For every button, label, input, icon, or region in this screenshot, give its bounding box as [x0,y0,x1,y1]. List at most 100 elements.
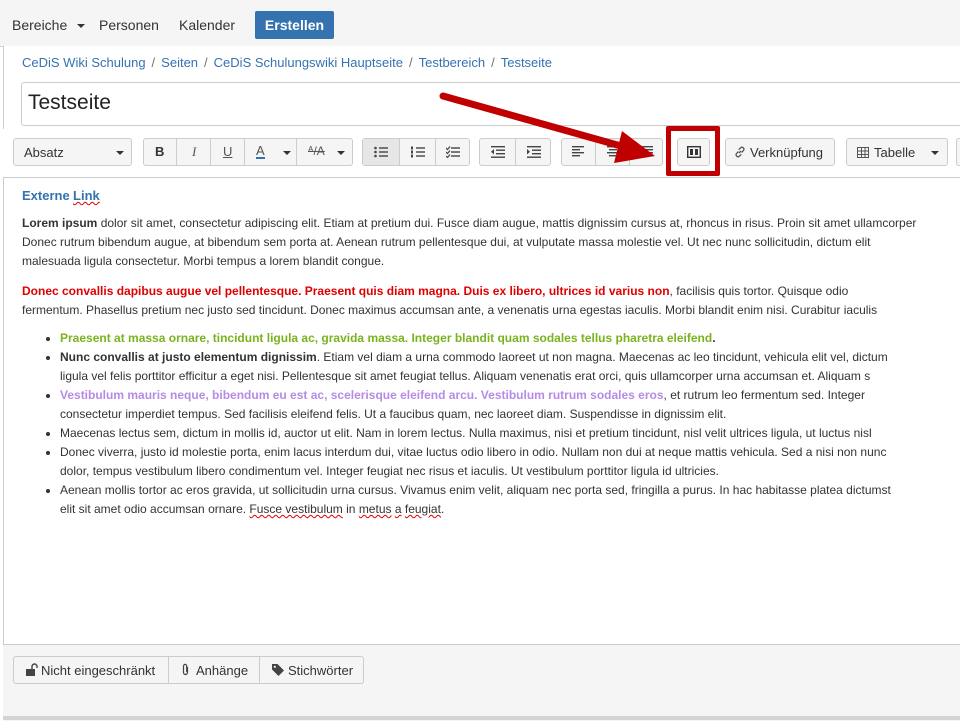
breadcrumb: CeDiS Wiki Schulung / Seiten / CeDiS Schulun… [22,55,552,70]
table-icon [857,147,869,158]
italic-icon: I [192,144,197,159]
breadcrumb-item[interactable]: Testbereich [419,55,485,70]
nav-people-link[interactable]: Personen [99,17,159,33]
highlight-box [666,126,720,176]
paragraph-line: Donec rutrum bibendum augue, at bibendum… [22,235,871,249]
bold-text: Lorem ipsum [22,216,98,230]
bold-button[interactable]: B [144,139,176,165]
underline-icon: U [223,144,233,159]
labels-button[interactable]: Stichwörter [259,656,364,684]
link-icon [735,146,745,158]
restrictions-button[interactable]: Nicht eingeschränkt [13,656,169,684]
list-item-text: . [712,331,716,345]
bold-text: Nunc convallis at justo elementum dignis… [60,350,317,364]
indent-button[interactable] [516,139,551,165]
list-item: Donec viverra, justo id molestie porta, … [60,443,960,481]
task-list-icon [446,146,460,158]
text-color-dropdown[interactable] [278,139,296,165]
nav-calendar-link[interactable]: Kalender [179,17,235,33]
list-group [362,138,470,166]
bullet-list: Praesent at massa ornare, tincidunt ligu… [22,329,960,519]
create-button[interactable]: Erstellen [255,11,334,39]
numbered-list-icon [411,146,425,158]
paragraph-line: malesuada ligula consectetur. Morbi temp… [22,254,385,268]
nav-spaces-label: Bereiche [12,17,68,33]
top-navigation-bar: Bereiche Personen Kalender Erstellen [0,0,960,47]
chevron-down-icon [116,151,124,155]
editor-content[interactable]: Externe Link Lorem ipsum dolor sit amet,… [22,186,960,519]
bullet-list-button[interactable] [363,139,399,165]
align-center-button[interactable] [596,139,629,165]
breadcrumb-item[interactable]: CeDiS Wiki Schulung [22,55,146,70]
text-format-group: B I U A ᴬ/A [143,138,353,166]
chevron-down-icon [77,24,86,29]
breadcrumb-item[interactable]: Testseite [501,55,552,70]
list-item: Praesent at massa ornare, tincidunt ligu… [60,329,960,348]
breadcrumb-separator: / [151,55,156,70]
text-color-icon: A [256,143,265,159]
attachments-button[interactable]: Anhänge [168,656,260,684]
list-item: Aenean mollis tortor ac eros gravida, ut… [60,481,960,519]
paperclip-icon [182,663,189,676]
paragraph: Lorem ipsum dolor sit amet, consectetur … [22,214,960,233]
toolbar-overflow-button[interactable] [956,138,960,166]
chevron-down-icon [337,151,345,155]
breadcrumb-separator: / [408,55,413,70]
list-item: Vestibulum mauris neque, bibendum eu est… [60,386,960,424]
attachments-label: Anhänge [196,663,249,678]
nav-spaces-menu[interactable]: Bereiche [12,17,86,33]
misspelled-text: a [394,502,402,516]
underline-button[interactable]: U [211,139,244,165]
restrictions-label: Nicht eingeschränkt [41,663,156,678]
text-color-button[interactable]: A [245,139,278,165]
paragraph-text: dolor sit amet, consectetur adipiscing e… [97,216,917,230]
more-formatting-button[interactable]: ᴬ/A [297,139,353,165]
alignment-group [561,138,663,166]
align-left-icon [572,146,584,157]
page-title-input[interactable] [21,82,960,126]
purple-bold-text: Vestibulum mauris neque, bibendum eu est… [60,388,664,402]
bullet-list-icon [374,146,388,158]
list-item-text: dolor, tempus vestibulum libero condimen… [60,464,719,478]
list-item-text: . [440,502,445,516]
list-item-text: Aenean mollis tortor ac eros gravida, ut… [60,483,891,497]
external-link-word[interactable]: Link [73,188,100,203]
paragraph-style-label: Absatz [24,145,64,160]
outdent-button[interactable] [480,139,515,165]
external-link-word[interactable]: Externe [22,188,70,203]
paragraph-line: fermentum. Phasellus pretium nec justo s… [22,303,878,317]
list-item-text: Donec viverra, justo id molestie porta, … [60,445,887,459]
labels-label: Stichwörter [288,663,354,678]
align-right-button[interactable] [630,139,663,165]
more-formatting-icon: ᴬ/A [308,144,325,158]
list-item-text: . Etiam vel diam a urna commodo laoreet … [316,350,888,364]
list-item: Maecenas lectus sem, dictum in mollis id… [60,424,960,443]
task-list-button[interactable] [436,139,470,165]
align-left-button[interactable] [562,139,595,165]
insert-link-button[interactable]: Verknüpfung [725,138,835,166]
numbered-list-button[interactable] [400,139,435,165]
tag-icon [272,664,284,676]
paragraph-text: , facilisis quis tortor. Quisque odio [669,284,849,298]
chevron-down-icon [931,151,939,155]
list-item: Nunc convallis at justo elementum dignis… [60,348,960,386]
insert-table-button[interactable]: Tabelle [846,138,948,166]
breadcrumb-item[interactable]: CeDiS Schulungswiki Hauptseite [214,55,403,70]
breadcrumb-item[interactable]: Seiten [161,55,198,70]
breadcrumb-separator: / [491,55,495,70]
italic-button[interactable]: I [177,139,210,165]
paragraph: Donec convallis dapibus augue vel pellen… [22,282,960,301]
list-item-text: Maecenas lectus sem, dictum in mollis id… [60,426,872,440]
list-item-text: elit sit amet odio accumsan ornare. [60,502,250,516]
misspelled-text: Fusce vestibulum [249,502,343,516]
red-bold-text: Donec convallis dapibus augue vel pellen… [22,284,670,298]
content-heading: Externe Link [22,186,960,206]
align-center-icon [607,146,619,157]
chevron-down-icon [283,151,291,155]
paragraph-style-select[interactable]: Absatz [13,138,132,166]
lock-open-icon [26,663,38,676]
align-right-icon [641,146,653,157]
outdent-icon [491,146,505,158]
indent-group [479,138,551,166]
misspelled-text: feugiat [404,502,441,516]
